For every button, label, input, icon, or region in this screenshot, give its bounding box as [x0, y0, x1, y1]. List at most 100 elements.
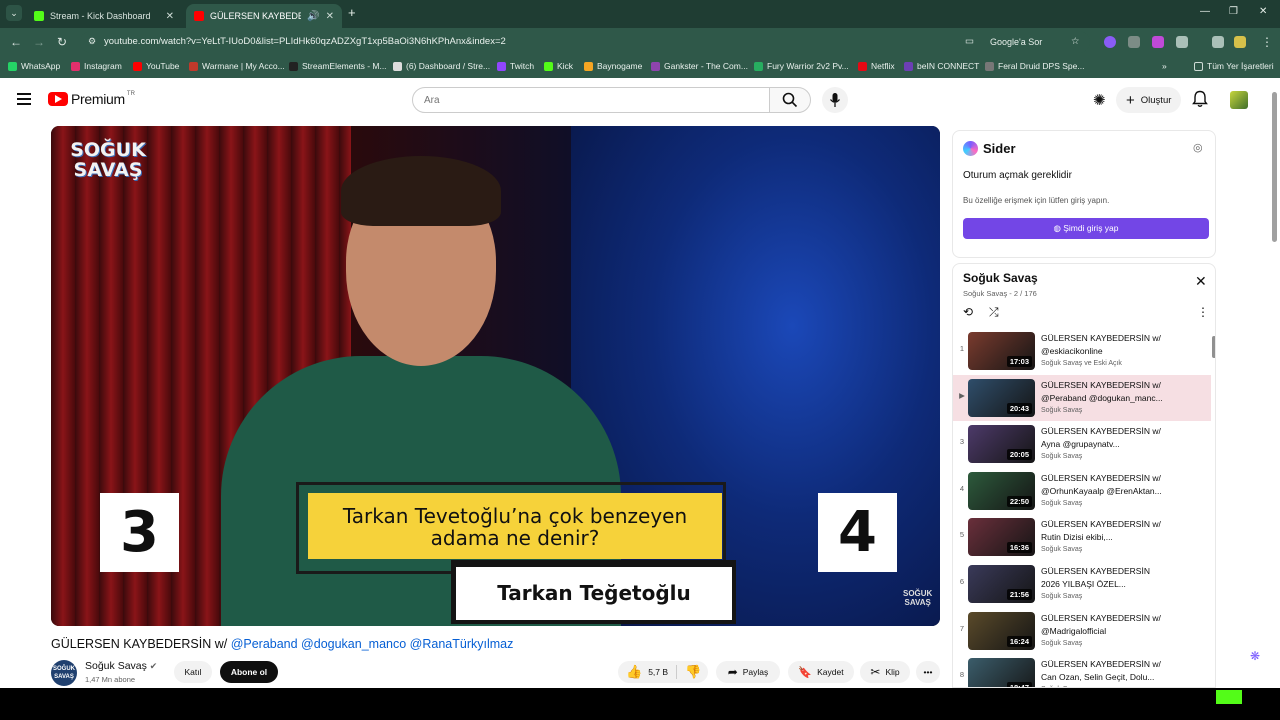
- video-thumbnail[interactable]: 22:50: [968, 471, 1035, 510]
- account-avatar[interactable]: [1230, 91, 1248, 109]
- video-thumbnail[interactable]: 20:43: [968, 378, 1035, 417]
- search-box[interactable]: [412, 87, 770, 113]
- playlist-item-title[interactable]: GÜLERSEN KAYBEDERSİN w/ @OrhunKayaalp @Er…: [1041, 472, 1191, 498]
- bookmark-gankster[interactable]: Gankster - The Com...: [651, 61, 748, 71]
- url-bar[interactable]: ⚙ youtube.com/watch?v=YeLtT-IUoD0&list=P…: [80, 31, 1090, 53]
- profile-icon[interactable]: [1234, 36, 1246, 48]
- bookmark-star-icon[interactable]: ☆: [1071, 36, 1080, 47]
- video-thumbnail[interactable]: 16:36: [968, 518, 1035, 557]
- site-info-icon[interactable]: ⚙: [88, 36, 96, 47]
- sider-settings-icon[interactable]: ◎: [1193, 141, 1203, 154]
- youtube-logo[interactable]: Premium TR: [48, 91, 135, 107]
- playlist-item-title[interactable]: GÜLERSEN KAYBEDERSİN w/Ayna @grupaynatv.…: [1041, 425, 1191, 451]
- reload-icon[interactable]: ↻: [57, 35, 67, 49]
- speaker-icon[interactable]: 🔊: [307, 11, 319, 22]
- playlist-item-title[interactable]: GÜLERSEN KAYBEDERSİN w/ @Madrigalofficial: [1041, 612, 1191, 638]
- clip-button[interactable]: ✂ Klip: [860, 661, 910, 683]
- menu-dots-icon[interactable]: ⋮: [1261, 35, 1273, 49]
- bookmark-warmane[interactable]: Warmane | My Acco...: [189, 61, 285, 71]
- playlist-item-title[interactable]: GÜLERSEN KAYBEDERSİN w/Can Ozan, Selin G…: [1041, 658, 1191, 684]
- extensions-puzzle-icon[interactable]: [1176, 36, 1188, 48]
- playlist-item[interactable]: ▶ 20:43 GÜLERSEN KAYBEDERSİN w/ @Peraband @…: [953, 374, 1211, 421]
- video-thumbnail[interactable]: 20:05: [968, 425, 1035, 464]
- playlist-scrollbar[interactable]: [1212, 336, 1215, 358]
- bookmark-whatsapp[interactable]: WhatsApp: [8, 61, 60, 71]
- bookmark-baynogame[interactable]: Baynogame: [584, 61, 642, 71]
- video-thumbnail[interactable]: 17:03: [968, 332, 1035, 370]
- close-tab-icon[interactable]: ✕: [166, 11, 174, 22]
- voice-search-button[interactable]: [822, 87, 848, 113]
- bookmark-netflix[interactable]: Netflix: [858, 61, 895, 71]
- close-window-icon[interactable]: ✕: [1259, 6, 1267, 17]
- playlist-item[interactable]: 5 16:36 GÜLERSEN KAYBEDERSİN w/Rutin Dizis…: [953, 514, 1211, 560]
- back-icon[interactable]: ←: [10, 35, 22, 49]
- subscribe-button[interactable]: Abone ol: [220, 661, 278, 683]
- channel-name[interactable]: Soğuk Savaş ✔: [85, 660, 157, 672]
- playlist-item[interactable]: 6 21:56 GÜLERSEN KAYBEDERSİN 2026 YILBAŞI Ö…: [953, 561, 1211, 607]
- save-button[interactable]: 🔖 Kaydet: [788, 661, 854, 683]
- kick-tray-icon[interactable]: [1216, 690, 1242, 704]
- restore-icon[interactable]: ❐: [1229, 6, 1238, 17]
- forward-icon[interactable]: →: [33, 35, 45, 49]
- like-icon[interactable]: 👍: [626, 664, 642, 680]
- guide-menu-icon[interactable]: [17, 93, 31, 108]
- playlist-item-title[interactable]: GÜLERSEN KAYBEDERSİN w/ @Peraband @doguka…: [1041, 379, 1191, 405]
- extension-sider-icon[interactable]: [1104, 36, 1116, 48]
- close-playlist-icon[interactable]: ✕: [1195, 273, 1207, 290]
- video-player[interactable]: SOĞUK SAVAŞ 3 4 Tarkan Tevetoğlu’na çok …: [51, 126, 940, 626]
- bookmark-youtube[interactable]: YouTube: [133, 61, 179, 71]
- all-bookmarks[interactable]: Tüm Yer İşaretleri: [1194, 61, 1274, 71]
- playlist-item-title[interactable]: GÜLERSEN KAYBEDERSİN w/Rutin Dizisi ekib…: [1041, 518, 1191, 544]
- search-button[interactable]: [769, 87, 811, 113]
- loop-icon[interactable]: ⟲: [963, 305, 973, 319]
- playlist-item-title[interactable]: GÜLERSEN KAYBEDERSİN 2026 YILBAŞI ÖZEL...: [1041, 565, 1191, 591]
- video-title-mentions[interactable]: @Peraband @dogukan_manco @RanaTürkyılmaz: [231, 637, 514, 651]
- reading-list-icon[interactable]: [1212, 36, 1224, 48]
- tab-search-icon[interactable]: ⌄: [6, 5, 22, 21]
- like-count[interactable]: 5,7 B: [648, 667, 668, 677]
- playlist-item[interactable]: 7 16:24 GÜLERSEN KAYBEDERSİN w/ @Madrigalof…: [953, 608, 1211, 654]
- playlist-item-title[interactable]: GÜLERSEN KAYBEDERSİN w/ @eskiacikonline: [1041, 332, 1191, 358]
- bookmark-streamelements[interactable]: StreamElements - M...: [289, 61, 387, 71]
- extension-gear-icon[interactable]: ✺: [1093, 91, 1106, 109]
- tab-youtube-video[interactable]: GÜLERSEN KAYBEDERSİN w/ 🔊 ✕: [186, 4, 342, 28]
- channel-avatar[interactable]: SOĞUK SAVAŞ: [51, 660, 77, 686]
- join-button[interactable]: Katıl: [174, 661, 212, 683]
- new-tab-icon[interactable]: +: [348, 5, 356, 20]
- playlist-menu-icon[interactable]: ⋮: [1197, 305, 1209, 319]
- close-tab-icon[interactable]: ✕: [326, 11, 334, 22]
- search-input[interactable]: [413, 88, 769, 112]
- page-scrollbar[interactable]: [1272, 92, 1277, 242]
- bookmark-feral-druid[interactable]: Feral Druid DPS Spe...: [985, 61, 1084, 71]
- more-bookmarks-icon[interactable]: »: [1162, 61, 1167, 71]
- playlist-item[interactable]: 1 17:03 GÜLERSEN KAYBEDERSİN w/ @eskiacikon…: [953, 328, 1211, 374]
- bookmark-instagram[interactable]: Instagram: [71, 61, 122, 71]
- tab-kick-dashboard[interactable]: Stream - Kick Dashboard ✕: [26, 4, 182, 28]
- cast-icon[interactable]: ▭: [965, 36, 974, 47]
- video-thumbnail[interactable]: 21:56: [968, 565, 1035, 603]
- url-text[interactable]: youtube.com/watch?v=YeLtT-IUoD0&list=PLI…: [104, 36, 506, 47]
- more-actions-icon[interactable]: •••: [916, 661, 940, 683]
- extension-icon[interactable]: [1128, 36, 1140, 48]
- playlist-item[interactable]: 3 20:05 GÜLERSEN KAYBEDERSİN w/Ayna @grupa…: [953, 421, 1211, 467]
- minimize-icon[interactable]: —: [1200, 6, 1210, 17]
- sider-floating-icon[interactable]: ❋: [1250, 649, 1260, 663]
- shuffle-icon[interactable]: ⤮: [989, 305, 999, 320]
- share-button[interactable]: ➦ Paylaş: [716, 661, 780, 683]
- create-button[interactable]: + Oluştur: [1116, 87, 1182, 113]
- bookmark-dashboard[interactable]: (6) Dashboard / Stre...: [393, 61, 490, 71]
- playlist-item[interactable]: 8 18:47 GÜLERSEN KAYBEDERSİN w/Can Ozan, S…: [953, 654, 1211, 687]
- bookmark-bein[interactable]: beIN CONNECT: [904, 61, 979, 71]
- dislike-icon[interactable]: 👎: [685, 664, 701, 680]
- video-thumbnail[interactable]: 18:47: [968, 658, 1035, 687]
- playlist-title[interactable]: Soğuk Savaş: [963, 271, 1038, 285]
- video-thumbnail[interactable]: 16:24: [968, 611, 1035, 650]
- bookmark-kick[interactable]: Kick: [544, 61, 573, 71]
- extension-icon[interactable]: [1152, 36, 1164, 48]
- notifications-bell-icon[interactable]: [1192, 90, 1208, 113]
- bookmark-fury-warrior[interactable]: Fury Warrior 2v2 Pv...: [754, 61, 849, 71]
- playlist-item[interactable]: 4 22:50 GÜLERSEN KAYBEDERSİN w/ @OrhunKayaa…: [953, 468, 1211, 514]
- sider-login-button[interactable]: ◍ Şimdi giriş yap: [963, 218, 1209, 239]
- bookmark-twitch[interactable]: Twitch: [497, 61, 534, 71]
- google-sor-button[interactable]: Google'a Sor: [990, 37, 1042, 47]
